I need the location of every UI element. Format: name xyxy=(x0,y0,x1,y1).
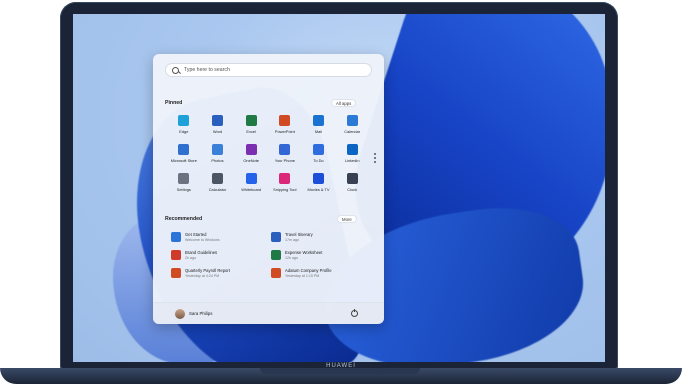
search-input[interactable]: Type here to search xyxy=(165,63,372,77)
recommended-item-title: Brand Guidelines xyxy=(185,250,218,255)
pinned-app[interactable]: Edge xyxy=(167,115,201,134)
pinned-app[interactable]: Word xyxy=(201,115,235,134)
word-doc-icon xyxy=(271,232,281,242)
recommended-item-title: Expense Worksheet xyxy=(285,250,323,255)
pinned-app-label: LinkedIn xyxy=(344,158,360,163)
recommended-item[interactable]: Brand Guidelines 2h ago xyxy=(171,250,271,260)
recommended-item-subtitle: Yesterday at 1:15 PM xyxy=(285,274,320,278)
pinned-app[interactable]: Photos xyxy=(201,144,235,163)
pinned-app[interactable]: Calendar xyxy=(335,115,369,134)
all-apps-button[interactable]: All apps xyxy=(331,99,357,107)
pinned-app[interactable]: Movies & TV xyxy=(302,173,336,192)
pinned-app-label: Calculator xyxy=(208,187,227,192)
calendar-icon xyxy=(346,115,358,126)
pdf-icon xyxy=(171,250,181,260)
pinned-app-label: Edge xyxy=(179,129,189,134)
calculator-icon xyxy=(211,173,223,184)
recommended-item-title: Quarterly Payroll Report xyxy=(185,268,230,273)
start-footer: Sara Philips xyxy=(153,302,384,324)
pinned-app[interactable]: Excel xyxy=(234,115,268,134)
pinned-app-label: Your Phone xyxy=(274,158,295,163)
pinned-app[interactable]: OneNote xyxy=(234,144,268,163)
search-placeholder: Type here to search xyxy=(184,67,230,73)
powerpoint-doc-icon xyxy=(271,268,281,278)
recommended-item-subtitle: 17m ago xyxy=(285,238,299,242)
brand-label: HUAWEI xyxy=(326,363,356,369)
pinned-app-label: To Do xyxy=(313,158,324,163)
recommended-item[interactable]: Get Started Welcome to Windows xyxy=(171,232,271,242)
powerpoint-icon xyxy=(279,115,291,126)
word-icon xyxy=(211,115,223,126)
pinned-app[interactable]: Snipping Tool xyxy=(268,173,302,192)
recommended-item[interactable]: Travel Itinerary 17m ago xyxy=(271,232,371,242)
user-name[interactable]: Sara Philips xyxy=(189,311,212,316)
recommended-list: Get Started Welcome to Windows Travel Itin… xyxy=(171,232,371,278)
pinned-app-label: Photos xyxy=(211,158,224,163)
get-started-icon xyxy=(171,232,181,242)
pinned-app-label: OneNote xyxy=(243,158,259,163)
power-icon[interactable] xyxy=(351,309,358,317)
search-icon xyxy=(172,66,179,74)
recommended-item-title: Get Started xyxy=(185,232,207,237)
recommended-item-subtitle: 2h ago xyxy=(185,256,196,260)
pinned-app-label: Clock xyxy=(347,187,358,192)
edge-icon xyxy=(178,115,190,126)
pinned-app[interactable]: LinkedIn xyxy=(335,144,369,163)
excel-icon xyxy=(245,115,257,126)
recommended-item[interactable]: Quarterly Payroll Report Yesterday at 4:2… xyxy=(171,268,271,278)
onenote-icon xyxy=(245,144,257,155)
pinned-app[interactable]: Mail xyxy=(302,115,336,134)
recommended-item[interactable]: Expense Worksheet 12h ago xyxy=(271,250,371,260)
settings-icon xyxy=(178,173,190,184)
pinned-app[interactable]: Settings xyxy=(167,173,201,192)
recommended-item[interactable]: Adatum Company Profile Yesterday at 1:15 … xyxy=(271,268,371,278)
recommended-item-title: Adatum Company Profile xyxy=(285,268,332,273)
photos-icon xyxy=(211,144,223,155)
pinned-title: Pinned xyxy=(165,100,183,106)
mail-icon xyxy=(312,115,324,126)
more-button[interactable]: More xyxy=(337,215,357,223)
recommended-item-subtitle: Yesterday at 4:24 PM xyxy=(185,274,220,278)
avatar[interactable] xyxy=(175,309,185,319)
pinned-app-label: Settings xyxy=(176,187,191,192)
phone-icon xyxy=(279,144,291,155)
pinned-app-label: Excel xyxy=(246,129,256,134)
pinned-app[interactable]: Microsoft Store xyxy=(167,144,201,163)
recommended-item-subtitle: Welcome to Windows xyxy=(185,238,220,242)
snipping-tool-icon xyxy=(279,173,291,184)
pinned-app[interactable]: To Do xyxy=(302,144,336,163)
pinned-app-label: Movies & TV xyxy=(307,187,330,192)
pinned-app-label: PowerPoint xyxy=(274,129,295,134)
movies-icon xyxy=(312,173,324,184)
excel-doc-icon xyxy=(271,250,281,260)
powerpoint-doc-icon xyxy=(171,268,181,278)
laptop: HUAWEI Type here to search Pinned All ap… xyxy=(0,0,682,389)
linkedin-icon xyxy=(346,144,358,155)
pinned-app[interactable]: Your Phone xyxy=(268,144,302,163)
pinned-app-label: Snipping Tool xyxy=(273,187,297,192)
pinned-grid: Edge Word Excel PowerPoint Mail Calendar Micro… xyxy=(167,115,369,192)
recommended-title: Recommended xyxy=(165,216,203,222)
pinned-app[interactable]: Whiteboard xyxy=(234,173,268,192)
pinned-app[interactable]: Clock xyxy=(335,173,369,192)
whiteboard-icon xyxy=(245,173,257,184)
start-menu: Type here to search Pinned All apps Edge… xyxy=(153,54,384,324)
store-icon xyxy=(178,144,190,155)
pinned-app-label: Whiteboard xyxy=(241,187,262,192)
todo-icon xyxy=(312,144,324,155)
clock-icon xyxy=(346,173,358,184)
pinned-app-label: Mail xyxy=(314,129,323,134)
pinned-app-label: Microsoft Store xyxy=(170,158,197,163)
pinned-app[interactable]: Calculator xyxy=(201,173,235,192)
pinned-app-label: Calendar xyxy=(344,129,361,134)
more-pages-icon[interactable] xyxy=(374,153,376,163)
recommended-item-title: Travel Itinerary xyxy=(285,232,313,237)
pinned-app-label: Word xyxy=(212,129,223,134)
pinned-app[interactable]: PowerPoint xyxy=(268,115,302,134)
recommended-item-subtitle: 12h ago xyxy=(285,256,298,260)
